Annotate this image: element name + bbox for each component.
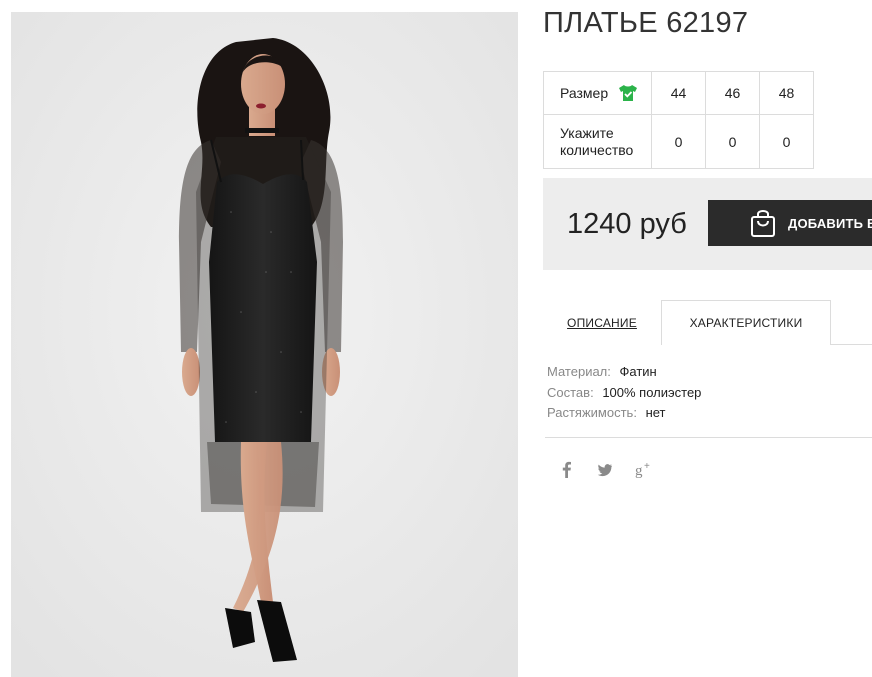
tabs-baseline xyxy=(831,344,872,345)
divider xyxy=(545,437,872,438)
facebook-icon[interactable] xyxy=(558,460,576,480)
size-option-46[interactable]: 46 xyxy=(705,71,760,115)
spec-key: Растяжимость: xyxy=(547,405,637,420)
quantity-header-cell: Укажите количество xyxy=(543,114,652,169)
spec-row: Растяжимость: нет xyxy=(547,403,701,424)
size-option-44[interactable]: 44 xyxy=(651,71,706,115)
spec-row: Материал: Фатин xyxy=(547,362,701,383)
tab-characteristics[interactable]: ХАРАКТЕРИСТИКИ xyxy=(661,300,831,345)
purchase-bar: 1240 руб ДОБАВИТЬ В xyxy=(543,178,872,270)
tab-description[interactable]: ОПИСАНИЕ xyxy=(543,300,661,345)
shopping-bag-icon xyxy=(751,210,775,237)
spec-value: 100% полиэстер xyxy=(602,384,702,400)
quantity-row: Укажите количество 0 0 0 xyxy=(543,114,814,169)
spec-key: Материал: xyxy=(547,364,611,379)
quantity-input-46[interactable]: 0 xyxy=(705,114,760,169)
size-label: Размер xyxy=(560,85,609,101)
quantity-label: Укажите количество xyxy=(560,124,634,158)
quantity-input-48[interactable]: 0 xyxy=(759,114,814,169)
spec-row: Состав: 100% полиэстер xyxy=(547,383,701,404)
twitter-icon[interactable] xyxy=(596,460,614,480)
google-plus-icon[interactable]: g + xyxy=(634,460,652,480)
dress-model-illustration xyxy=(11,12,518,677)
product-photo[interactable] xyxy=(11,12,518,677)
svg-text:g: g xyxy=(635,463,643,479)
size-option-48[interactable]: 48 xyxy=(759,71,814,115)
product-tabs: ОПИСАНИЕ ХАРАКТЕРИСТИКИ xyxy=(543,300,872,345)
spec-value: нет xyxy=(645,405,666,420)
svg-text:+: + xyxy=(644,461,650,472)
size-row: Размер 44 46 48 xyxy=(543,71,814,115)
size-table: Размер 44 46 48 Укажите количество 0 0 0 xyxy=(543,71,814,169)
price: 1240 руб xyxy=(567,208,687,240)
specs-list: Материал: Фатин Состав: 100% полиэстер Р… xyxy=(547,362,701,424)
product-title: ПЛАТЬЕ 62197 xyxy=(543,7,749,39)
quantity-input-44[interactable]: 0 xyxy=(651,114,706,169)
add-to-cart-label: ДОБАВИТЬ В xyxy=(788,215,872,231)
add-to-cart-button[interactable]: ДОБАВИТЬ В xyxy=(708,200,872,246)
spec-value: Фатин xyxy=(619,364,657,379)
size-header-cell: Размер xyxy=(543,71,652,115)
social-share: g + xyxy=(558,460,652,480)
spec-key: Состав: xyxy=(547,384,594,400)
tshirt-check-icon xyxy=(619,85,638,101)
